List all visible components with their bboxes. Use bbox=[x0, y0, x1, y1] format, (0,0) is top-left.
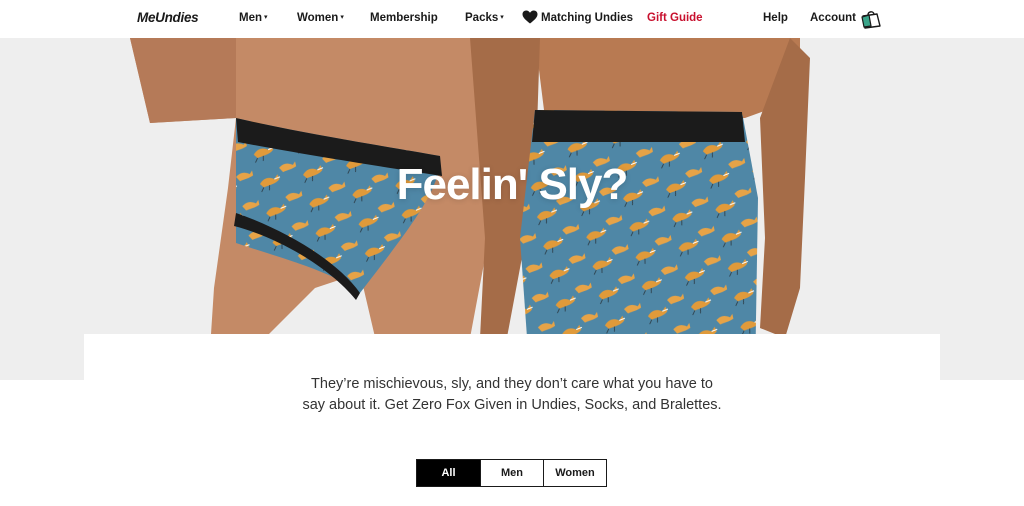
nav-item-packs[interactable]: Packs ▾ bbox=[465, 0, 504, 38]
nav-item-matching-undies[interactable]: Matching Undies bbox=[522, 0, 633, 38]
nav-item-gift-guide[interactable]: Gift Guide bbox=[647, 0, 703, 38]
top-navigation: MeUndies Men ▾ Women ▾ Membership Packs ▾ M… bbox=[0, 0, 1024, 38]
collection-description: They’re mischievous, sly, and they don’t… bbox=[302, 376, 722, 413]
filter-tab-men[interactable]: Men bbox=[480, 460, 543, 486]
hero-title: Feelin' Sly? bbox=[396, 160, 629, 209]
filter-tab-all[interactable]: All bbox=[417, 460, 480, 486]
nav-account-link[interactable]: Account bbox=[810, 0, 856, 38]
nav-item-women-label: Women bbox=[297, 12, 339, 24]
nav-item-packs-label: Packs bbox=[465, 12, 499, 24]
shopping-bag-icon[interactable] bbox=[860, 9, 882, 29]
chevron-down-icon: ▾ bbox=[264, 14, 268, 21]
nav-item-women[interactable]: Women ▾ bbox=[297, 0, 344, 38]
meundies-logo[interactable]: MeUndies bbox=[137, 0, 199, 38]
nav-item-membership[interactable]: Membership bbox=[370, 0, 438, 38]
nav-item-men-label: Men bbox=[239, 12, 262, 24]
hero-banner: Feelin' Sly? bbox=[0, 38, 1024, 380]
chevron-down-icon: ▾ bbox=[500, 14, 504, 21]
chevron-down-icon: ▾ bbox=[340, 14, 344, 21]
filter-tab-women[interactable]: Women bbox=[543, 460, 606, 486]
collection-filter-tabs: All Men Women bbox=[416, 459, 607, 487]
nav-item-men[interactable]: Men ▾ bbox=[239, 0, 268, 38]
nav-item-matching-undies-label: Matching Undies bbox=[541, 12, 634, 24]
nav-help-link[interactable]: Help bbox=[763, 0, 788, 38]
heart-icon bbox=[522, 10, 538, 24]
